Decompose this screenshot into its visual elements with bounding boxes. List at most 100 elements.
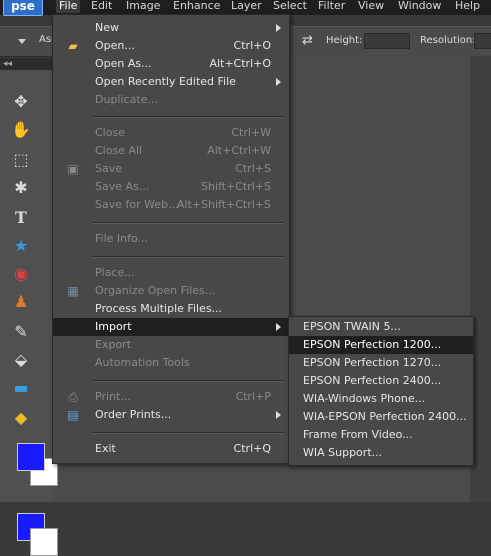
red-eye-tool-icon[interactable]: ◉ — [10, 262, 32, 284]
submenu-item-frame-from-video[interactable]: Frame From Video... — [289, 426, 473, 444]
app-logo: pse — [3, 0, 43, 16]
submenu-item-label: EPSON Perfection 2400... — [303, 374, 442, 387]
menu-item-label: Save As... — [95, 180, 150, 193]
submenu-item-wia-epson-perfection-2400[interactable]: WIA-EPSON Perfection 2400... — [289, 408, 473, 426]
marquee-tool-icon[interactable]: ⬚ — [10, 148, 32, 170]
menu-item-close-all: Close All Alt+Ctrl+W — [53, 142, 289, 160]
menu-item-print: ⎙ Print... Ctrl+P — [53, 388, 289, 406]
submenu-item-epson-perfection-1270[interactable]: EPSON Perfection 1270... — [289, 354, 473, 372]
rectangle-tool-icon[interactable]: ▬ — [10, 376, 32, 398]
menu-item-label: New — [95, 21, 119, 34]
menu-item-label: Close All — [95, 144, 143, 157]
menu-filter[interactable]: Filter — [315, 0, 348, 13]
toolbox-collapse[interactable]: ◂◂ — [0, 58, 52, 70]
resolution-field[interactable] — [474, 33, 491, 49]
menu-item-label: Exit — [95, 442, 116, 455]
menu-item-automation-tools: Automation Tools — [53, 354, 289, 372]
menu-window[interactable]: Window — [395, 0, 444, 13]
menu-item-label: Order Prints... — [95, 408, 172, 421]
swap-dimensions-icon[interactable]: ⇄ — [302, 33, 313, 48]
print-icon: ⎙ — [68, 390, 78, 404]
custom-shape-tool-icon[interactable]: ★ — [10, 234, 32, 256]
submenu-item-label: EPSON Perfection 1200... — [303, 338, 442, 351]
menu-item-shortcut: Shift+Ctrl+S — [201, 180, 271, 193]
menu-item-export: Export — [53, 336, 289, 354]
menu-item-shortcut: Alt+Ctrl+O — [209, 57, 271, 70]
menu-item-open[interactable]: ▰ Open... Ctrl+O — [53, 37, 289, 55]
submenu-item-epson-perfection-1200[interactable]: EPSON Perfection 1200... — [289, 336, 473, 354]
menu-item-label: Organize Open Files... — [95, 284, 216, 297]
menu-item-label: Process Multiple Files... — [95, 302, 223, 315]
menu-item-file-info: File Info... — [53, 230, 289, 248]
menu-separator — [93, 432, 285, 434]
sponge-tool-icon[interactable]: ◆ — [10, 406, 32, 428]
menu-item-save-as: Save As... Shift+Ctrl+S — [53, 178, 289, 196]
import-submenu: EPSON TWAIN 5... EPSON Perfection 1200..… — [288, 316, 474, 466]
menu-item-label: Open Recently Edited File — [95, 75, 236, 88]
menu-item-duplicate: Duplicate... — [53, 91, 289, 109]
paint-bucket-tool-icon[interactable]: ⬙ — [10, 348, 32, 370]
menu-item-label: Save — [95, 162, 123, 175]
menu-item-open-recent[interactable]: Open Recently Edited File — [53, 73, 289, 91]
menu-item-process-multiple-files[interactable]: Process Multiple Files... — [53, 300, 289, 318]
submenu-item-wia-support[interactable]: WIA Support... — [289, 444, 473, 462]
menu-item-shortcut: Ctrl+P — [235, 390, 271, 403]
foreground-color-top[interactable] — [17, 443, 45, 471]
menu-item-label: Open... — [95, 39, 135, 52]
toolbox: ✥ ✋ ⬚ ✱ T ★ ◉ ♟ ✎ ⬙ ▬ ◆ — [0, 70, 58, 556]
menu-edit[interactable]: Edit — [88, 0, 115, 13]
menu-item-exit[interactable]: Exit Ctrl+Q — [53, 440, 289, 458]
menu-item-label: Automation Tools — [95, 356, 190, 369]
move-tool-icon[interactable]: ✥ — [10, 90, 32, 112]
menu-item-shortcut: Ctrl+S — [235, 162, 271, 175]
menu-layer[interactable]: Layer — [228, 0, 265, 13]
menu-file[interactable]: File — [56, 0, 81, 13]
submenu-item-label: WIA-Windows Phone... — [303, 392, 426, 405]
submenu-item-epson-twain-5[interactable]: EPSON TWAIN 5... — [289, 318, 473, 336]
menu-item-label: Duplicate... — [95, 93, 158, 106]
organize-icon: ▦ — [67, 284, 79, 298]
menu-item-import[interactable]: Import — [53, 318, 289, 336]
resolution-label: Resolution: — [420, 35, 476, 46]
menu-bar: pse File Edit Image Enhance Layer Select… — [0, 0, 491, 16]
tool-preset-dropdown-icon[interactable] — [18, 39, 26, 44]
menu-separator — [93, 116, 285, 118]
menu-item-open-as[interactable]: Open As... Alt+Ctrl+O — [53, 55, 289, 73]
submenu-item-label: WIA Support... — [303, 446, 383, 459]
type-tool-icon[interactable]: T — [10, 206, 32, 228]
menu-separator — [93, 256, 285, 258]
menu-item-label: Print... — [95, 390, 131, 403]
menu-item-save: ▣ Save Ctrl+S — [53, 160, 289, 178]
submenu-arrow-icon — [276, 24, 281, 32]
menu-item-shortcut: Alt+Ctrl+W — [207, 144, 271, 157]
brush-tool-icon[interactable]: ✎ — [10, 320, 32, 342]
menu-item-order-prints[interactable]: ▤ Order Prints... — [53, 406, 289, 424]
background-color-swatch[interactable] — [30, 528, 58, 556]
magic-wand-tool-icon[interactable]: ✱ — [10, 176, 32, 198]
submenu-item-wia-windows-phone[interactable]: WIA-Windows Phone... — [289, 390, 473, 408]
menu-separator — [93, 222, 285, 224]
menu-help[interactable]: Help — [452, 0, 483, 13]
menu-item-close: Close Ctrl+W — [53, 124, 289, 142]
menu-item-label: Place... — [95, 266, 135, 279]
menu-item-shortcut: Ctrl+O — [233, 39, 271, 52]
menu-item-label: Close — [95, 126, 125, 139]
menu-item-label: File Info... — [95, 232, 149, 245]
menu-item-new[interactable]: New — [53, 19, 289, 37]
submenu-arrow-icon — [276, 78, 281, 86]
menu-item-label: Open As... — [95, 57, 152, 70]
menu-image[interactable]: Image — [123, 0, 163, 13]
height-label: Height: — [326, 35, 363, 46]
stamp-tool-icon[interactable]: ♟ — [10, 290, 32, 312]
submenu-item-label: EPSON Perfection 1270... — [303, 356, 442, 369]
submenu-item-label: EPSON TWAIN 5... — [303, 320, 401, 333]
menu-enhance[interactable]: Enhance — [170, 0, 223, 13]
menu-item-label: Save for Web... — [95, 198, 179, 211]
menu-select[interactable]: Select — [270, 0, 310, 13]
hand-tool-icon[interactable]: ✋ — [10, 118, 32, 140]
submenu-item-epson-perfection-2400[interactable]: EPSON Perfection 2400... — [289, 372, 473, 390]
menu-item-organize-open-files: ▦ Organize Open Files... — [53, 282, 289, 300]
height-field[interactable] — [364, 33, 410, 49]
menu-view[interactable]: View — [355, 0, 387, 13]
menu-item-place: Place... — [53, 264, 289, 282]
